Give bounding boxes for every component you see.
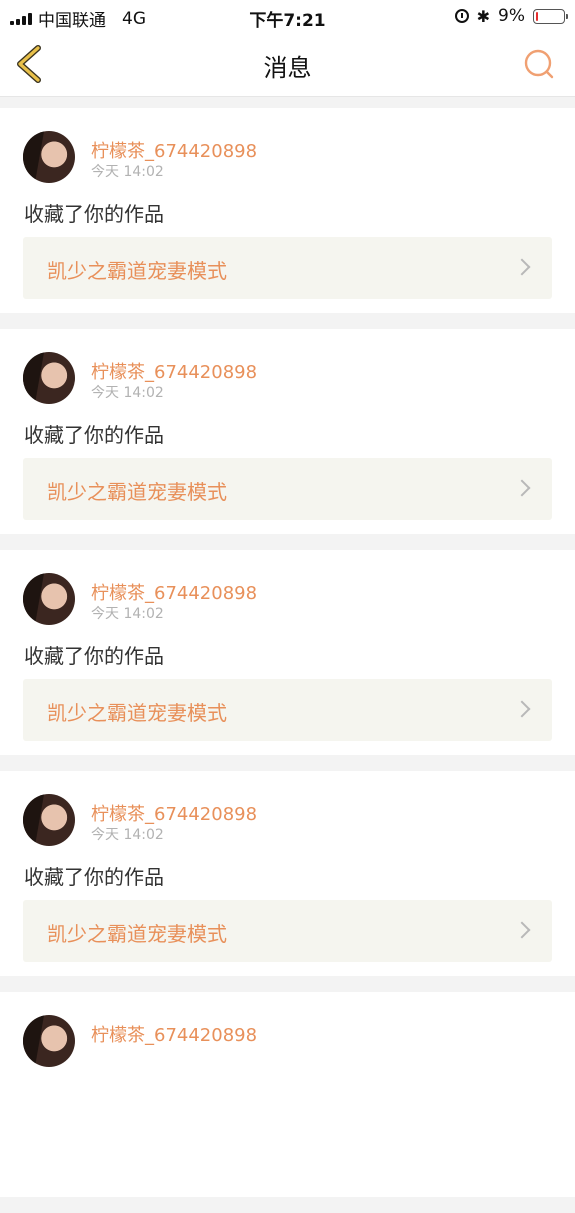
search-button[interactable] (523, 48, 555, 80)
status-bar: 中国联通 4G 下午7:21 ✱ 9% (0, 0, 575, 32)
action-text: 收藏了你的作品 (24, 202, 164, 226)
work-title: 凯少之霸道宠妻模式 (47, 480, 227, 504)
timestamp: 今天 14:02 (91, 827, 164, 843)
message-card: 柠檬茶_674420898 今天 14:02 收藏了你的作品 凯少之霸道宠妻模式 (0, 771, 575, 976)
battery-icon (533, 8, 568, 24)
search-icon (524, 49, 554, 79)
username[interactable]: 柠檬茶_674420898 (91, 800, 257, 826)
chevron-right-icon (513, 258, 531, 276)
message-card: 柠檬茶_674420898 今天 14:02 收藏了你的作品 凯少之霸道宠妻模式 (0, 329, 575, 534)
work-link[interactable]: 凯少之霸道宠妻模式 (23, 458, 552, 520)
action-text: 收藏了你的作品 (24, 644, 164, 668)
work-link[interactable]: 凯少之霸道宠妻模式 (23, 900, 552, 962)
timestamp: 今天 14:02 (91, 164, 164, 180)
avatar[interactable] (23, 794, 75, 846)
page-title: 消息 (263, 54, 312, 82)
username[interactable]: 柠檬茶_674420898 (91, 137, 257, 163)
work-title: 凯少之霸道宠妻模式 (47, 259, 227, 283)
timestamp: 今天 14:02 (91, 606, 164, 622)
alarm-icon (454, 9, 469, 23)
work-link[interactable]: 凯少之霸道宠妻模式 (23, 679, 552, 741)
avatar[interactable] (23, 131, 75, 183)
action-text: 收藏了你的作品 (24, 865, 164, 889)
username[interactable]: 柠檬茶_674420898 (91, 1021, 257, 1047)
work-title: 凯少之霸道宠妻模式 (47, 701, 227, 725)
nav-bar: 消息 (0, 32, 575, 97)
message-card: 柠檬茶_674420898 (0, 992, 575, 1197)
chevron-right-icon (513, 921, 531, 939)
avatar[interactable] (23, 1015, 75, 1067)
message-card: 柠檬茶_674420898 今天 14:02 收藏了你的作品 凯少之霸道宠妻模式 (0, 550, 575, 755)
message-card: 柠檬茶_674420898 今天 14:02 收藏了你的作品 凯少之霸道宠妻模式 (0, 108, 575, 313)
bluetooth-icon: ✱ (476, 6, 491, 26)
avatar[interactable] (23, 352, 75, 404)
message-list: 柠檬茶_674420898 今天 14:02 收藏了你的作品 凯少之霸道宠妻模式… (0, 108, 575, 1213)
chevron-right-icon (513, 479, 531, 497)
work-title: 凯少之霸道宠妻模式 (47, 922, 227, 946)
username[interactable]: 柠檬茶_674420898 (91, 358, 257, 384)
timestamp: 今天 14:02 (91, 385, 164, 401)
battery-percent: 9% (498, 6, 525, 26)
work-link[interactable]: 凯少之霸道宠妻模式 (23, 237, 552, 299)
username[interactable]: 柠檬茶_674420898 (91, 579, 257, 605)
status-right: ✱ 9% (454, 6, 568, 26)
chevron-right-icon (513, 700, 531, 718)
action-text: 收藏了你的作品 (24, 423, 164, 447)
avatar[interactable] (23, 573, 75, 625)
